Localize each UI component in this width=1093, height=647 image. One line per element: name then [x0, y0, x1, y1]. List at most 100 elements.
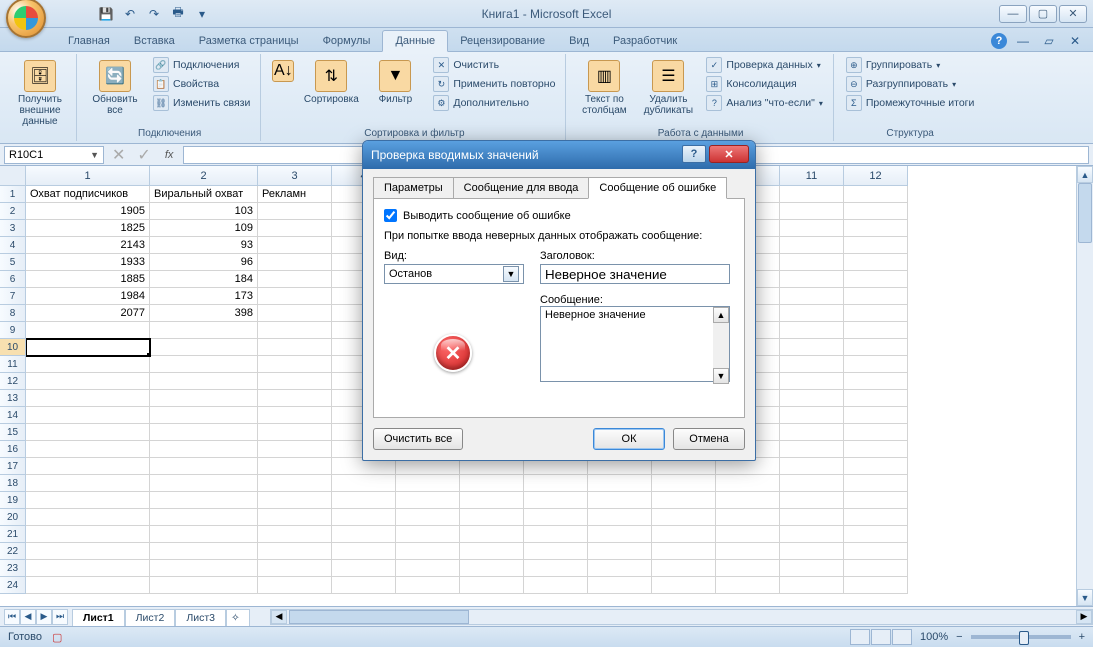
cell[interactable] — [26, 543, 150, 560]
cell[interactable] — [150, 407, 258, 424]
cell[interactable] — [26, 322, 150, 339]
cell[interactable] — [396, 492, 460, 509]
column-header[interactable]: 11 — [780, 166, 844, 186]
cell[interactable] — [844, 356, 908, 373]
cell[interactable] — [26, 356, 150, 373]
cell[interactable] — [258, 322, 332, 339]
cell[interactable] — [460, 492, 524, 509]
cell[interactable] — [844, 237, 908, 254]
cell[interactable] — [26, 492, 150, 509]
horizontal-scrollbar[interactable]: ◀ ▶ — [270, 609, 1093, 625]
cell[interactable] — [844, 288, 908, 305]
cell[interactable] — [258, 237, 332, 254]
dialog-tab-input-message[interactable]: Сообщение для ввода — [453, 177, 590, 199]
cell[interactable] — [780, 475, 844, 492]
cell[interactable] — [150, 492, 258, 509]
cell[interactable] — [780, 526, 844, 543]
macro-record-icon[interactable]: ▢ — [52, 631, 62, 644]
row-header[interactable]: 5 — [0, 254, 26, 271]
scroll-up-icon[interactable]: ▲ — [713, 307, 729, 323]
cell[interactable] — [844, 577, 908, 594]
cell[interactable]: 2077 — [26, 305, 150, 322]
connections-button[interactable]: 🔗Подключения — [149, 56, 254, 74]
cell[interactable] — [26, 339, 150, 356]
message-textarea[interactable] — [540, 306, 730, 382]
row-header[interactable]: 6 — [0, 271, 26, 288]
get-external-data-button[interactable]: 🗄 Получитьвнешние данные — [10, 56, 70, 131]
scroll-left-icon[interactable]: ◀ — [271, 610, 287, 624]
undo-icon[interactable]: ↶ — [120, 4, 140, 24]
cell[interactable] — [844, 220, 908, 237]
cell[interactable] — [652, 543, 716, 560]
cell[interactable] — [524, 492, 588, 509]
doc-close-icon[interactable]: ✕ — [1065, 31, 1085, 51]
cell[interactable] — [150, 322, 258, 339]
cell[interactable] — [150, 543, 258, 560]
cell[interactable] — [258, 509, 332, 526]
row-header[interactable]: 15 — [0, 424, 26, 441]
tab-review[interactable]: Рецензирование — [448, 31, 557, 51]
cell[interactable] — [716, 543, 780, 560]
cell[interactable] — [716, 475, 780, 492]
cell[interactable] — [780, 441, 844, 458]
cell[interactable] — [524, 509, 588, 526]
cell[interactable] — [26, 424, 150, 441]
column-header[interactable]: 2 — [150, 166, 258, 186]
cell[interactable]: 1885 — [26, 271, 150, 288]
data-validation-button[interactable]: ✓Проверка данных▾ — [702, 56, 826, 74]
cell[interactable] — [524, 526, 588, 543]
cell[interactable]: 93 — [150, 237, 258, 254]
cell[interactable] — [150, 356, 258, 373]
row-header[interactable]: 9 — [0, 322, 26, 339]
help-icon[interactable]: ? — [991, 33, 1007, 49]
cell[interactable] — [716, 492, 780, 509]
dialog-tab-error-alert[interactable]: Сообщение об ошибке — [588, 177, 727, 199]
name-box[interactable]: R10C1▼ — [4, 146, 104, 164]
dialog-title-bar[interactable]: Проверка вводимых значений ? ✕ — [363, 141, 755, 169]
cell[interactable] — [844, 492, 908, 509]
cell[interactable] — [258, 458, 332, 475]
row-header[interactable]: 24 — [0, 577, 26, 594]
show-error-checkbox[interactable] — [384, 209, 397, 222]
cell[interactable] — [26, 390, 150, 407]
row-header[interactable]: 23 — [0, 560, 26, 577]
row-header[interactable]: 7 — [0, 288, 26, 305]
cell[interactable] — [460, 577, 524, 594]
cell[interactable] — [26, 475, 150, 492]
cell[interactable] — [150, 458, 258, 475]
cell[interactable] — [844, 339, 908, 356]
scroll-right-icon[interactable]: ▶ — [1076, 610, 1092, 624]
qat-dropdown-icon[interactable]: ▾ — [192, 4, 212, 24]
cell[interactable] — [396, 560, 460, 577]
cell[interactable] — [844, 373, 908, 390]
scroll-down-icon[interactable]: ▼ — [713, 368, 729, 384]
cell[interactable] — [780, 492, 844, 509]
cell[interactable] — [26, 441, 150, 458]
doc-restore-icon[interactable]: ▱ — [1039, 31, 1059, 51]
cell[interactable] — [844, 458, 908, 475]
cell[interactable] — [716, 577, 780, 594]
cell[interactable] — [652, 560, 716, 577]
cell[interactable] — [652, 475, 716, 492]
cell[interactable] — [588, 526, 652, 543]
cell[interactable]: 109 — [150, 220, 258, 237]
cell[interactable] — [396, 509, 460, 526]
cell[interactable] — [460, 526, 524, 543]
tab-home[interactable]: Главная — [56, 31, 122, 51]
what-if-button[interactable]: ?Анализ "что-если"▾ — [702, 94, 826, 112]
cell[interactable] — [844, 186, 908, 203]
cell[interactable] — [332, 577, 396, 594]
row-header[interactable]: 11 — [0, 356, 26, 373]
zoom-in-icon[interactable]: + — [1079, 631, 1085, 643]
cancel-button[interactable]: Отмена — [673, 428, 745, 450]
cell[interactable] — [26, 560, 150, 577]
cell[interactable] — [26, 407, 150, 424]
cell[interactable] — [258, 390, 332, 407]
cell[interactable]: 184 — [150, 271, 258, 288]
cell[interactable]: 96 — [150, 254, 258, 271]
cell[interactable] — [652, 577, 716, 594]
print-icon[interactable]: 🖶 — [168, 4, 188, 24]
title-input[interactable] — [540, 264, 730, 284]
clear-filter-button[interactable]: ✕Очистить — [429, 56, 559, 74]
cell[interactable] — [780, 509, 844, 526]
